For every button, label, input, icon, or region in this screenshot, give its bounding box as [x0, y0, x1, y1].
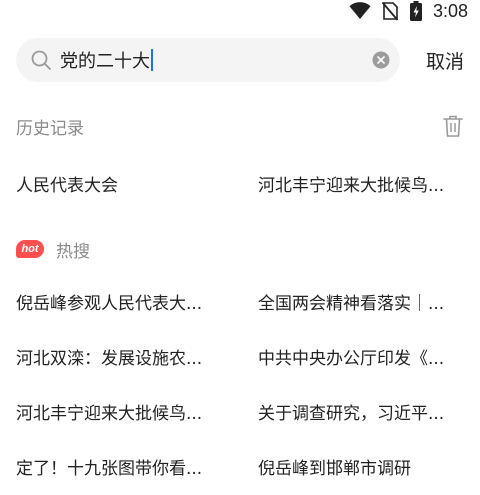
- hot-row: 倪岳峰参观人民代表大... 全国两会精神看落实｜...: [16, 288, 464, 315]
- search-box[interactable]: 党的二十大: [16, 38, 400, 82]
- hot-item[interactable]: 中共中央办公厅印发《...: [258, 344, 464, 369]
- history-item[interactable]: 人民代表大会: [16, 171, 258, 196]
- hot-item[interactable]: 关于调查研究，习近平...: [258, 399, 464, 424]
- clear-icon[interactable]: [372, 51, 390, 69]
- wifi-icon: [349, 2, 371, 20]
- hot-row: 河北丰宁迎来大批候鸟... 关于调查研究，习近平...: [16, 398, 464, 425]
- hot-item[interactable]: 倪岳峰参观人民代表大...: [16, 289, 258, 314]
- trash-icon[interactable]: [442, 114, 464, 138]
- text-caret: [151, 49, 153, 71]
- history-title: 历史记录: [16, 118, 84, 139]
- hot-badge: hot: [16, 240, 44, 258]
- no-sim-icon: [381, 1, 399, 21]
- hot-item[interactable]: 定了！十九张图带你看...: [16, 454, 258, 479]
- hot-item[interactable]: 河北双滦：发展设施农...: [16, 344, 258, 369]
- hot-item[interactable]: 倪岳峰到邯郸市调研: [258, 454, 464, 479]
- history-row: 人民代表大会 河北丰宁迎来大批候鸟...: [16, 170, 464, 197]
- cancel-button[interactable]: 取消: [426, 47, 464, 74]
- history-item[interactable]: 河北丰宁迎来大批候鸟...: [258, 171, 464, 196]
- search-input[interactable]: 党的二十大: [60, 47, 372, 73]
- hot-header: hot 热搜: [16, 235, 464, 263]
- hot-list: 倪岳峰参观人民代表大... 全国两会精神看落实｜... 河北双滦：发展设施农..…: [16, 288, 464, 480]
- hot-title: 热搜: [56, 241, 90, 262]
- hot-row: 定了！十九张图带你看... 倪岳峰到邯郸市调研: [16, 453, 464, 480]
- search-row: 党的二十大 取消: [16, 38, 464, 82]
- status-bar: 3:08: [0, 0, 480, 22]
- search-icon: [31, 50, 51, 70]
- battery-charging-icon: [409, 1, 422, 21]
- hot-item[interactable]: 全国两会精神看落实｜...: [258, 289, 464, 314]
- history-list: 人民代表大会 河北丰宁迎来大批候鸟...: [16, 170, 464, 197]
- hot-row: 河北双滦：发展设施农... 中共中央办公厅印发《...: [16, 343, 464, 370]
- history-header: 历史记录: [16, 112, 464, 140]
- hot-item[interactable]: 河北丰宁迎来大批候鸟...: [16, 399, 258, 424]
- search-query-text: 党的二十大: [60, 51, 150, 72]
- status-time: 3:08: [432, 0, 468, 21]
